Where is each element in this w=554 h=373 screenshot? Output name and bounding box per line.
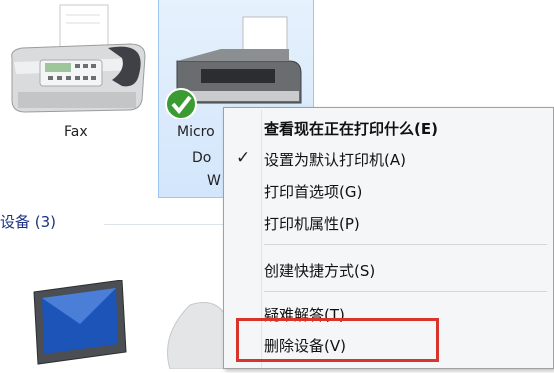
checkmark-icon: ✓ <box>236 148 251 168</box>
menu-item-create-shortcut[interactable]: 创建快捷方式(S) <box>264 260 375 281</box>
menu-item-printer-properties[interactable]: 打印机属性(P) <box>264 213 360 234</box>
menu-item-printing-preferences[interactable]: 打印首选项(G) <box>264 181 362 202</box>
menu-item-see-whats-printing[interactable]: 查看现在正在打印什么(E) <box>264 118 438 139</box>
fax-device[interactable]: Fax <box>0 0 155 150</box>
monitor-icon <box>33 279 127 365</box>
printer-icon <box>165 16 302 119</box>
printer-label-line-1: Micro <box>177 124 215 140</box>
highlight-box <box>236 318 439 362</box>
printer-label-line-2: Do <box>192 150 212 166</box>
printer-label-line-3: W <box>207 173 221 189</box>
monitor-device[interactable] <box>30 279 140 369</box>
fax-icon <box>11 4 146 113</box>
menu-separator <box>264 291 547 292</box>
menu-separator <box>264 244 547 245</box>
devices-section-heading[interactable]: 设备 (3) <box>0 211 56 232</box>
section-divider <box>104 224 224 225</box>
menu-item-set-default-printer[interactable]: 设置为默认打印机(A) <box>264 149 406 170</box>
fax-label: Fax <box>64 124 88 140</box>
